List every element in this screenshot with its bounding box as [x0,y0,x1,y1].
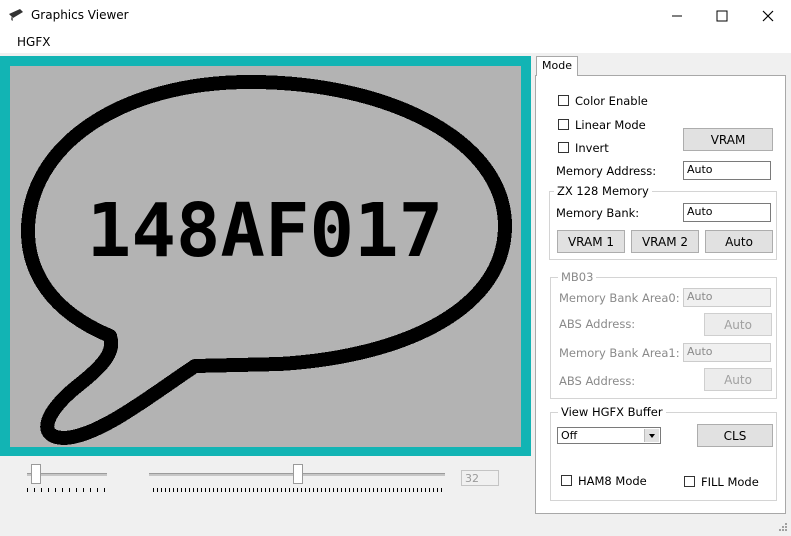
fill-mode-checkbox[interactable] [684,476,695,487]
fill-mode-label: FILL Mode [701,475,759,489]
mb03-legend: MB03 [558,270,597,284]
window-title: Graphics Viewer [31,8,129,22]
zx128-legend: ZX 128 Memory [554,184,652,198]
close-button[interactable] [745,0,791,31]
app-icon [9,9,23,21]
maximize-icon [716,10,728,21]
hgfx-buffer-select-value: Off [561,429,578,442]
color-enable-checkbox[interactable] [558,95,569,106]
graphics-display: 148AF017 [10,66,521,447]
tab-mode[interactable]: Mode [536,56,578,76]
vram2-button[interactable]: VRAM 2 [631,230,699,253]
invert-checkbox[interactable] [558,142,569,153]
vram1-button[interactable]: VRAM 1 [557,230,625,253]
resize-grip-icon[interactable] [776,520,788,532]
vram-button[interactable]: VRAM [683,128,773,151]
area0-label: Memory Bank Area0: [559,291,680,305]
linear-mode-checkbox[interactable] [558,119,569,130]
abs-address-label-1: ABS Address: [559,317,636,331]
small-slider-thumb[interactable] [31,464,41,484]
invert-label: Invert [575,141,609,155]
close-icon [762,10,774,21]
zx128-auto-button[interactable]: Auto [705,230,773,253]
minimize-icon [672,15,682,16]
hgfx-buffer-select[interactable]: Off [557,427,661,444]
memory-bank-label: Memory Bank: [556,206,640,220]
status-bar [0,514,791,536]
chevron-down-icon[interactable] [644,429,659,442]
maximize-button[interactable] [699,0,745,31]
cls-button[interactable]: CLS [697,424,773,447]
memory-address-field[interactable]: Auto [683,161,771,180]
color-enable-label: Color Enable [575,94,648,108]
large-slider-thumb[interactable] [293,464,303,484]
linear-mode-label: Linear Mode [575,118,646,132]
small-slider-ticks [27,488,107,492]
area0-field[interactable]: Auto [683,288,771,307]
memory-address-label: Memory Address: [556,164,657,178]
graphics-canvas[interactable]: 148AF017 [0,56,531,456]
area1-field[interactable]: Auto [683,343,771,362]
memory-bank-field[interactable]: Auto [683,203,771,222]
large-slider-ticks [153,488,445,492]
menu-bar [0,31,791,53]
menu-item-hgfx[interactable]: HGFX [17,35,50,49]
ham8-checkbox[interactable] [561,475,572,486]
speech-text: 148AF017 [87,188,443,274]
abs-address-auto-button-1[interactable]: Auto [704,313,772,336]
minimize-button[interactable] [654,0,700,31]
area1-label: Memory Bank Area1: [559,346,680,360]
abs-address-label-2: ABS Address: [559,374,636,388]
abs-address-auto-button-2[interactable]: Auto [704,368,772,391]
speech-bubble-graphic: 148AF017 [21,75,512,445]
slider-value-field: 32 [461,470,499,486]
hgfx-buffer-legend: View HGFX Buffer [558,405,666,419]
ham8-label: HAM8 Mode [578,474,647,488]
